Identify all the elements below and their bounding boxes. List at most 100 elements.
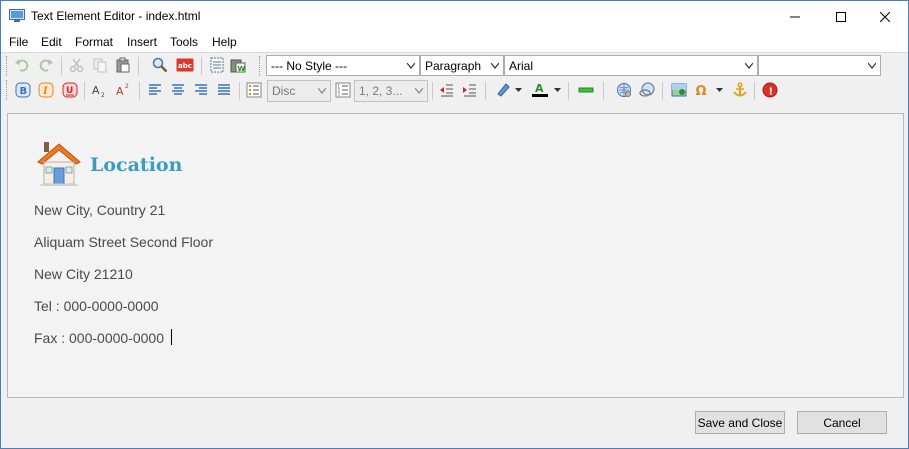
unlink-icon[interactable] — [638, 81, 656, 99]
svg-text:2: 2 — [101, 92, 105, 98]
find-icon[interactable] — [151, 56, 169, 74]
superscript-icon[interactable]: A2 — [115, 81, 133, 99]
chevron-down-icon — [415, 88, 423, 94]
toolbar-grip[interactable] — [6, 56, 9, 76]
redo-icon[interactable] — [37, 56, 55, 74]
toolbar-grip[interactable] — [259, 56, 262, 76]
style-select-value: --- No Style --- — [271, 59, 347, 73]
address-line: New City, Country 21 — [34, 202, 166, 218]
app-icon — [9, 9, 25, 23]
bold-icon[interactable]: B — [14, 81, 32, 99]
menu-tools[interactable]: Tools — [170, 35, 198, 49]
chevron-down-icon — [745, 63, 753, 69]
title-bar: Text Element Editor - index.html — [1, 1, 908, 32]
highlight-color-icon[interactable] — [494, 81, 512, 99]
house-icon — [34, 140, 84, 187]
toolbar-separator — [61, 57, 62, 75]
link-icon[interactable] — [615, 81, 633, 99]
select-all-icon[interactable] — [208, 56, 226, 74]
menu-edit[interactable]: Edit — [41, 35, 62, 49]
phone-line: Tel : 000-0000-0000 — [34, 298, 159, 314]
chevron-down-icon — [407, 63, 415, 69]
address-line: Aliquam Street Second Floor — [34, 234, 213, 250]
minimize-button[interactable] — [772, 1, 818, 32]
copy-icon[interactable] — [91, 56, 109, 74]
toolbar-separator — [138, 57, 139, 75]
toolbar-separator — [239, 82, 240, 100]
chevron-down-icon — [318, 88, 326, 94]
help-icon[interactable]: ! — [761, 81, 779, 99]
numbered-list-icon[interactable]: 123 — [334, 81, 352, 99]
svg-text:!: ! — [769, 87, 774, 98]
chevron-down-icon — [868, 63, 876, 69]
paste-word-icon[interactable]: W — [229, 56, 247, 74]
svg-text:B: B — [20, 86, 28, 97]
fax-line: Fax : 000-0000-0000 — [34, 330, 164, 346]
toolbar-area: abc W --- No Style --- Paragraph Arial B… — [1, 52, 908, 104]
underline-icon[interactable]: U — [61, 81, 79, 99]
toolbar-separator — [603, 82, 604, 100]
chevron-down-icon[interactable] — [716, 88, 723, 93]
bullet-list-icon[interactable] — [245, 81, 263, 99]
menu-format[interactable]: Format — [75, 35, 113, 49]
toolbar-separator — [432, 82, 433, 100]
subscript-icon[interactable]: A2 — [91, 81, 109, 99]
menu-help[interactable]: Help — [212, 35, 237, 49]
close-button[interactable] — [862, 1, 908, 32]
cancel-button[interactable]: Cancel — [797, 411, 887, 434]
horizontal-rule-icon[interactable] — [577, 81, 595, 99]
save-and-close-button[interactable]: Save and Close — [695, 411, 785, 434]
numbering-style-value: 1, 2, 3... — [359, 84, 403, 98]
toolbar-separator — [201, 57, 202, 75]
outdent-icon[interactable] — [438, 81, 456, 99]
svg-text:I: I — [42, 86, 48, 97]
menu-insert[interactable]: Insert — [127, 35, 157, 49]
block-format-select[interactable]: Paragraph — [420, 55, 504, 76]
svg-text:A: A — [116, 85, 124, 98]
image-icon[interactable] — [670, 81, 688, 99]
toolbar-separator — [568, 82, 569, 100]
menu-file[interactable]: File — [9, 35, 28, 49]
maximize-button[interactable] — [818, 1, 864, 32]
font-color-icon[interactable]: A — [531, 81, 549, 99]
numbering-style-select[interactable]: 1, 2, 3... — [354, 80, 428, 102]
align-left-icon[interactable] — [146, 81, 164, 99]
svg-text:A: A — [535, 82, 544, 95]
style-select[interactable]: --- No Style --- — [266, 55, 420, 76]
editor-window: Text Element Editor - index.html File Ed… — [0, 0, 909, 449]
font-family-value: Arial — [509, 59, 534, 73]
align-right-icon[interactable] — [192, 81, 210, 99]
text-caret — [171, 329, 172, 345]
menu-bar: File Edit Format Insert Tools Help — [1, 32, 908, 52]
font-family-select[interactable]: Arial — [504, 55, 758, 76]
bullet-style-select[interactable]: Disc — [267, 80, 331, 102]
font-size-select[interactable] — [758, 55, 881, 76]
bullet-style-value: Disc — [272, 84, 296, 98]
paste-icon[interactable] — [114, 56, 132, 74]
chevron-down-icon[interactable] — [554, 88, 561, 93]
editor-content-area[interactable]: Location New City, Country 21 Aliquam St… — [7, 113, 904, 398]
toolbar-separator — [84, 82, 85, 100]
toolbar-grip[interactable] — [6, 80, 9, 100]
svg-text:2: 2 — [125, 83, 129, 90]
italic-icon[interactable]: I — [37, 81, 55, 99]
special-char-icon[interactable]: Ω — [693, 81, 711, 99]
address-line: New City 21210 — [34, 266, 133, 282]
chevron-down-icon — [491, 63, 499, 69]
chevron-down-icon[interactable] — [515, 88, 522, 93]
undo-icon[interactable] — [13, 56, 31, 74]
indent-icon[interactable] — [461, 81, 479, 99]
anchor-icon[interactable] — [731, 81, 749, 99]
toolbar-separator — [485, 82, 486, 100]
toolbar-separator — [139, 82, 140, 100]
align-justify-icon[interactable] — [215, 81, 233, 99]
cut-icon[interactable] — [68, 56, 86, 74]
window-title: Text Element Editor - index.html — [31, 9, 201, 23]
svg-text:A: A — [92, 84, 100, 97]
spellcheck-icon[interactable]: abc — [176, 56, 194, 74]
align-center-icon[interactable] — [169, 81, 187, 99]
toolbar-separator — [662, 82, 663, 100]
block-format-value: Paragraph — [425, 59, 482, 73]
location-heading: Location — [90, 154, 183, 176]
svg-text:W: W — [238, 65, 246, 73]
